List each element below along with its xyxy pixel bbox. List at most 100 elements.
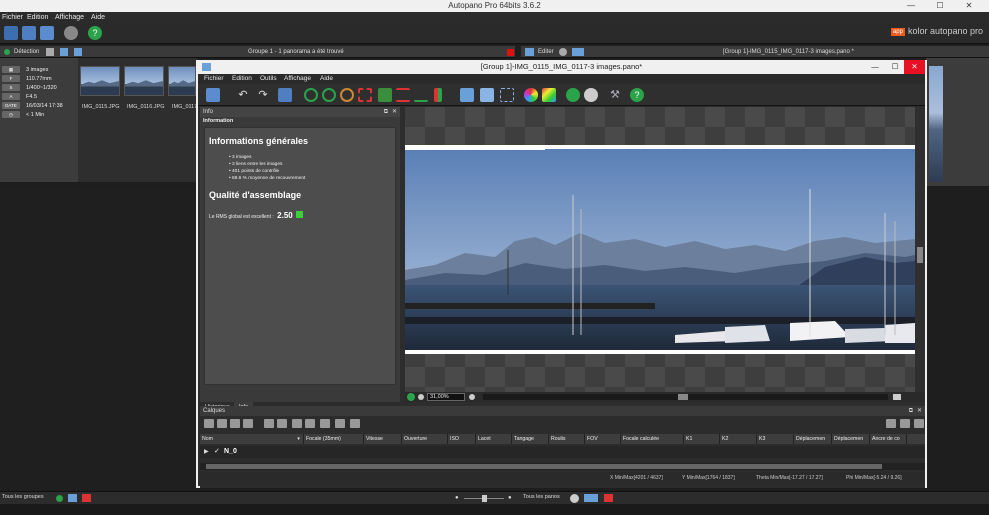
- gear-icon[interactable]: [584, 88, 598, 102]
- horizontal-line-icon[interactable]: [396, 88, 410, 102]
- export-icon[interactable]: [60, 48, 68, 56]
- horizon-icon[interactable]: [414, 88, 428, 102]
- edit-images-icon[interactable]: [278, 88, 292, 102]
- editor-menu-aide[interactable]: Aide: [320, 74, 333, 84]
- remove-panos-icon[interactable]: [604, 494, 613, 502]
- editor-close-button[interactable]: ✕: [904, 60, 925, 74]
- close-icon[interactable]: ✕: [392, 107, 397, 117]
- layer-view-icon[interactable]: [914, 419, 924, 428]
- layer-tool-icon[interactable]: [320, 419, 330, 428]
- all-groups-label[interactable]: Tous les groupes: [2, 494, 44, 500]
- column-header[interactable]: Ouverture: [402, 434, 448, 444]
- column-header[interactable]: Focale (35mm): [304, 434, 364, 444]
- menu-affichage[interactable]: Affichage: [55, 12, 84, 23]
- column-header[interactable]: FOV: [585, 434, 621, 444]
- render-icon[interactable]: [572, 48, 584, 56]
- export-all-icon[interactable]: [68, 494, 77, 502]
- close-group-icon[interactable]: [507, 49, 514, 56]
- thumbnail-size-slider[interactable]: [464, 495, 504, 502]
- column-header[interactable]: Déplacemen: [794, 434, 832, 444]
- zoom-fit-icon[interactable]: [469, 394, 475, 400]
- search-icon[interactable]: [566, 88, 580, 102]
- straighten-icon[interactable]: [378, 88, 392, 102]
- all-panos-label[interactable]: Tous les panos: [523, 494, 560, 500]
- layer-tool-icon[interactable]: [350, 419, 360, 428]
- layers-horizontal-scrollbar[interactable]: [200, 463, 925, 470]
- center-point-icon[interactable]: [304, 88, 318, 102]
- editor-menu-edition[interactable]: Edition: [232, 74, 252, 84]
- wrench-icon[interactable]: ⚒: [608, 88, 622, 102]
- menu-edition[interactable]: Edition: [27, 12, 48, 23]
- zoom-level-field[interactable]: 31,00%: [427, 393, 465, 401]
- editor-menu-affichage[interactable]: Affichage: [284, 74, 311, 84]
- undo-icon[interactable]: ↶: [236, 88, 250, 102]
- column-header[interactable]: Roulis: [549, 434, 585, 444]
- move-tool-icon[interactable]: [480, 88, 494, 102]
- panorama-canvas[interactable]: [405, 107, 925, 392]
- detection-label[interactable]: Détection: [14, 46, 39, 58]
- float-icon[interactable]: ⧉: [909, 406, 913, 416]
- redo-icon[interactable]: ↷: [256, 88, 270, 102]
- move-image-icon[interactable]: [322, 88, 336, 102]
- column-header[interactable]: Nom ▾: [200, 434, 304, 444]
- column-header[interactable]: K2: [720, 434, 757, 444]
- close-icon[interactable]: ✕: [917, 406, 922, 416]
- play-all-icon[interactable]: [56, 495, 63, 502]
- thumbnail-image[interactable]: [124, 66, 164, 96]
- layer-view-icon[interactable]: [900, 419, 910, 428]
- layer-row[interactable]: ▶ ✓ N_0: [200, 446, 925, 458]
- remove-all-icon[interactable]: [82, 494, 91, 502]
- layer-tool-icon[interactable]: [277, 419, 287, 428]
- layer-tool-icon[interactable]: [292, 419, 302, 428]
- layer-tool-icon[interactable]: [204, 419, 214, 428]
- canvas-horizontal-scrollbar[interactable]: [483, 394, 888, 400]
- open-folder-icon[interactable]: [22, 26, 36, 40]
- gear-icon[interactable]: [570, 494, 579, 503]
- scroll-thumb[interactable]: [206, 464, 882, 469]
- layer-visibility-checkbox[interactable]: ✓: [214, 447, 220, 455]
- thumbnail-image[interactable]: [168, 66, 196, 96]
- thumbnail-image[interactable]: [80, 66, 120, 96]
- layer-tool-icon[interactable]: [264, 419, 274, 428]
- column-header[interactable]: Vitesse: [364, 434, 402, 444]
- column-header[interactable]: Lacet: [476, 434, 512, 444]
- layer-tool-icon[interactable]: [305, 419, 315, 428]
- close-button[interactable]: ✕: [958, 0, 980, 12]
- float-icon[interactable]: ⧉: [384, 107, 388, 117]
- scroll-thumb[interactable]: [678, 394, 688, 400]
- fit-view-icon[interactable]: [500, 88, 514, 102]
- column-header[interactable]: Focale calculée: [621, 434, 684, 444]
- zoom-out-icon[interactable]: [418, 394, 424, 400]
- zoom-in-icon[interactable]: [407, 393, 415, 401]
- pano-thumbnail[interactable]: [929, 66, 943, 182]
- editor-menu-fichier[interactable]: Fichier: [204, 74, 224, 84]
- gear-icon[interactable]: [64, 26, 78, 40]
- render-all-icon[interactable]: [584, 494, 598, 502]
- column-header[interactable]: K3: [757, 434, 794, 444]
- stitch-icon[interactable]: [74, 48, 82, 56]
- editor-menu-outils[interactable]: Outils: [260, 74, 277, 84]
- help-icon[interactable]: ?: [630, 88, 644, 102]
- panel-toggle-icon[interactable]: [893, 394, 901, 400]
- slider-handle[interactable]: [482, 495, 487, 502]
- help-icon[interactable]: ?: [88, 26, 102, 40]
- minimize-button[interactable]: —: [900, 0, 922, 12]
- canvas-vertical-scrollbar[interactable]: [915, 107, 925, 392]
- panorama-preview[interactable]: [405, 145, 915, 354]
- layer-tool-icon[interactable]: [335, 419, 345, 428]
- expand-arrow-icon[interactable]: ▶: [204, 448, 209, 455]
- color-correction-icon[interactable]: [524, 88, 538, 102]
- layer-tool-icon[interactable]: [230, 419, 240, 428]
- column-header[interactable]: ISO: [448, 434, 476, 444]
- layer-tool-icon[interactable]: [243, 419, 253, 428]
- select-tool-icon[interactable]: [460, 88, 474, 102]
- anchor-color-icon[interactable]: [542, 88, 556, 102]
- menu-fichier[interactable]: Fichier: [2, 12, 23, 23]
- grid-detect-icon[interactable]: [40, 26, 54, 40]
- render-settings-icon[interactable]: [206, 88, 220, 102]
- editor-minimize-button[interactable]: —: [866, 60, 884, 74]
- column-header[interactable]: Tangage: [512, 434, 549, 444]
- crop-icon[interactable]: [358, 88, 372, 102]
- maximize-button[interactable]: ☐: [929, 0, 951, 12]
- layer-view-icon[interactable]: [886, 419, 896, 428]
